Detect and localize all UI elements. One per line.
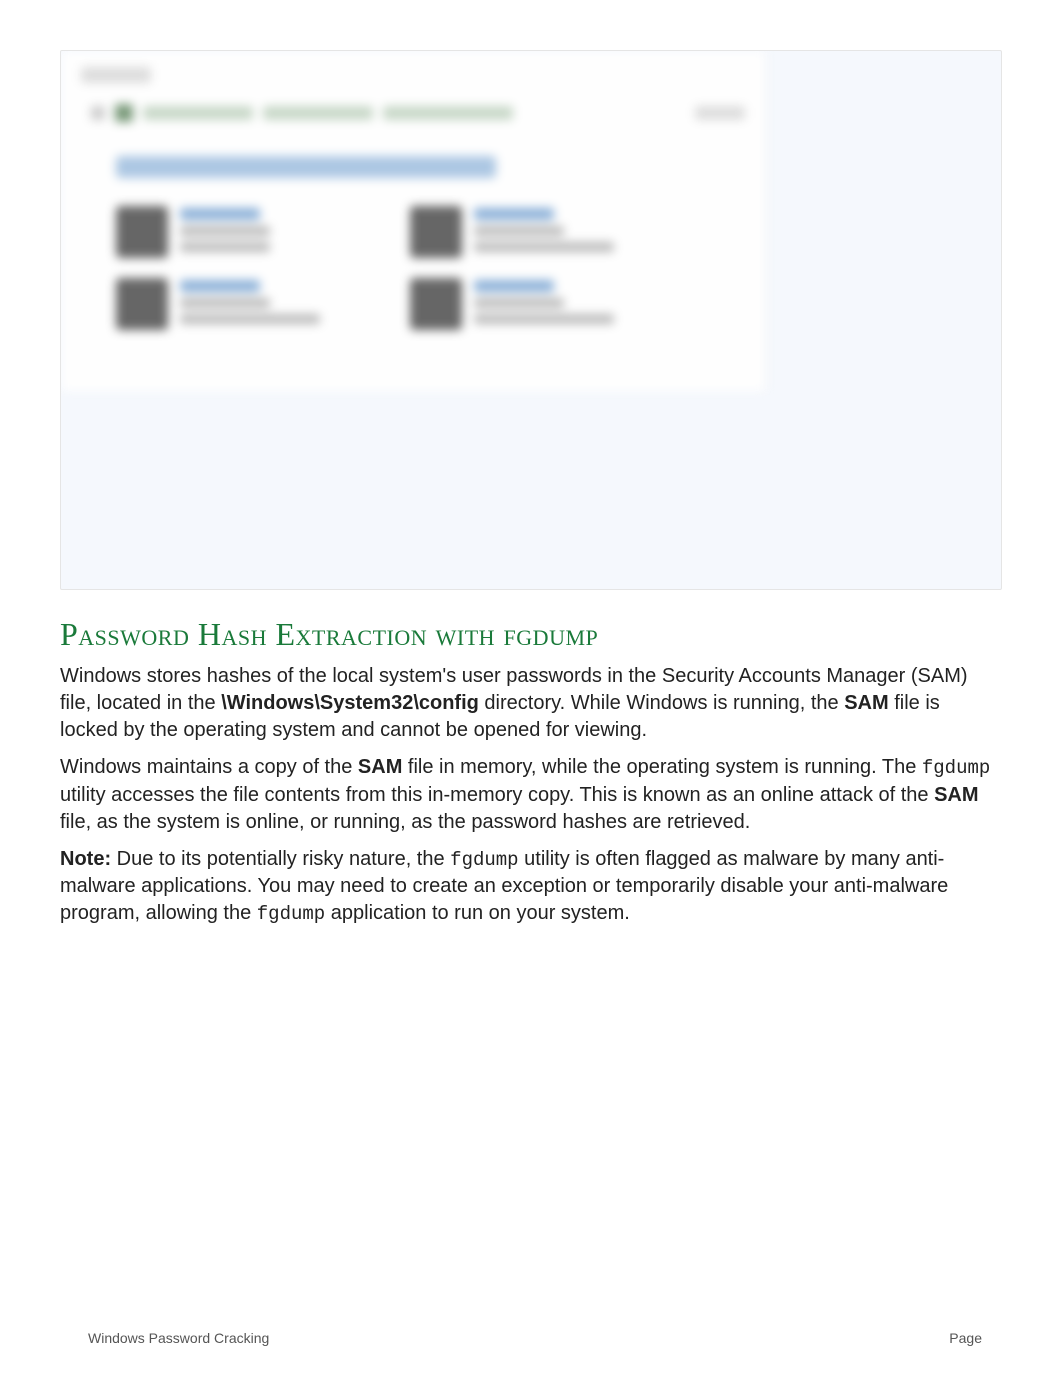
embedded-screenshot xyxy=(60,50,1002,590)
user-line-blur xyxy=(180,298,270,308)
breadcrumb-segment xyxy=(143,106,253,120)
user-line-blur xyxy=(474,226,564,236)
footer-left: Windows Password Cracking xyxy=(88,1330,269,1346)
user-tile xyxy=(410,206,614,258)
user-name-blur xyxy=(180,208,260,220)
user-grid xyxy=(116,206,614,330)
breadcrumb-segment xyxy=(383,106,513,120)
fgdump-code: fgdump xyxy=(450,849,518,871)
user-line-blur xyxy=(474,314,614,324)
avatar-icon xyxy=(410,278,462,330)
user-line-blur xyxy=(474,242,614,252)
fgdump-code: fgdump xyxy=(257,903,325,925)
paragraph-1: Windows stores hashes of the local syste… xyxy=(60,663,1002,744)
user-line-blur xyxy=(180,226,270,236)
footer-right: Page xyxy=(949,1330,982,1346)
text-run: Windows maintains a copy of the xyxy=(60,756,358,778)
user-tile xyxy=(116,278,320,330)
user-line-blur xyxy=(180,314,320,324)
path-text: \Windows\System32\config xyxy=(221,692,479,714)
breadcrumb-segment xyxy=(263,106,373,120)
page-heading-blur xyxy=(116,156,496,178)
user-name-blur xyxy=(180,280,260,292)
text-run: file, as the system is online, or runnin… xyxy=(60,811,750,833)
avatar-icon xyxy=(410,206,462,258)
text-run: file in memory, while the operating syst… xyxy=(402,756,922,778)
text-run: Due to its potentially risky nature, the xyxy=(111,848,450,870)
user-line-blur xyxy=(180,242,270,252)
user-text-block xyxy=(474,278,614,324)
breadcrumb-bar xyxy=(91,103,745,123)
user-name-blur xyxy=(474,208,554,220)
page-footer: Windows Password Cracking Page xyxy=(88,1330,982,1346)
sam-label: SAM xyxy=(934,784,978,806)
avatar-icon xyxy=(116,206,168,258)
avatar-icon xyxy=(116,278,168,330)
window-title-blur xyxy=(81,67,151,83)
note-label: Note: xyxy=(60,848,111,870)
user-line-blur xyxy=(474,298,564,308)
user-text-block xyxy=(474,206,614,252)
text-run: utility accesses the file contents from … xyxy=(60,784,934,806)
user-tile xyxy=(116,206,320,258)
search-field-blur xyxy=(695,106,745,120)
sam-label: SAM xyxy=(844,692,888,714)
user-accounts-icon xyxy=(115,104,133,122)
paragraph-2: Windows maintains a copy of the SAM file… xyxy=(60,754,1002,836)
sam-label: SAM xyxy=(358,756,402,778)
user-text-block xyxy=(180,206,270,252)
document-page: Password Hash Extraction with fgdump Win… xyxy=(0,0,1062,1376)
user-tile xyxy=(410,278,614,330)
user-name-blur xyxy=(474,280,554,292)
paragraph-3: Note: Due to its potentially risky natur… xyxy=(60,846,1002,928)
text-run: directory. While Windows is running, the xyxy=(479,692,844,714)
screenshot-window xyxy=(61,51,766,391)
fgdump-code: fgdump xyxy=(922,757,990,779)
section-heading: Password Hash Extraction with fgdump xyxy=(60,616,1002,653)
text-run: application to run on your system. xyxy=(325,902,630,924)
back-icon xyxy=(91,106,105,120)
user-text-block xyxy=(180,278,320,324)
